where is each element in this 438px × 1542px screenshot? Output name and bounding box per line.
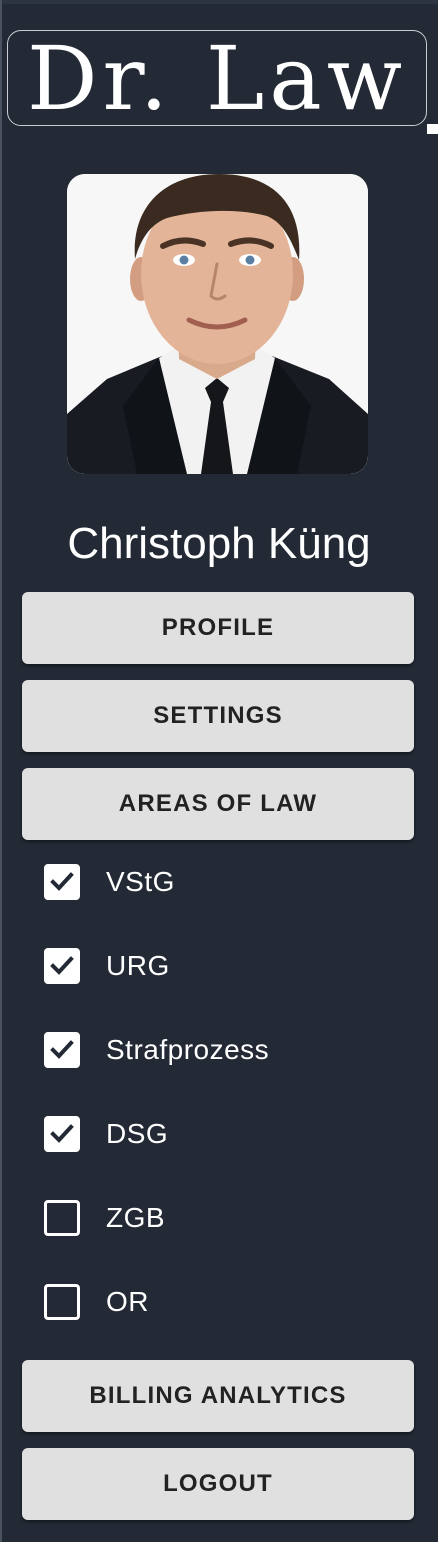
- checkmark-icon: [50, 1124, 74, 1143]
- area-item-dsg[interactable]: DSG: [44, 1112, 404, 1156]
- area-label: DSG: [106, 1118, 169, 1149]
- billing-analytics-button[interactable]: BILLING ANALYTICS: [22, 1360, 414, 1432]
- checkmark-icon: [50, 956, 74, 975]
- app-logo[interactable]: Dr. Law: [7, 30, 427, 127]
- logout-button[interactable]: LOGOUT: [22, 1448, 414, 1520]
- area-label: Strafprozess: [106, 1034, 270, 1065]
- logo-edge-highlight: [427, 124, 438, 134]
- area-label: URG: [106, 950, 170, 981]
- checkbox[interactable]: [44, 864, 80, 900]
- top-strip: [0, 0, 438, 4]
- checkbox[interactable]: [44, 948, 80, 984]
- area-item-strafprozess[interactable]: Strafprozess: [44, 1028, 404, 1072]
- profile-photo: [67, 174, 368, 474]
- area-item-vstg[interactable]: VStG: [44, 860, 404, 904]
- area-label: OR: [106, 1286, 149, 1317]
- area-label: VStG: [106, 866, 175, 897]
- areas-of-law-button[interactable]: AREAS OF LAW: [22, 768, 414, 840]
- checkbox[interactable]: [44, 1200, 80, 1236]
- area-item-zgb[interactable]: ZGB: [44, 1196, 404, 1240]
- area-label: ZGB: [106, 1202, 166, 1233]
- checkbox[interactable]: [44, 1284, 80, 1320]
- left-divider: [0, 0, 2, 1542]
- profile-button[interactable]: PROFILE: [22, 592, 414, 664]
- checkmark-icon: [50, 872, 74, 891]
- checkmark-icon: [50, 1040, 74, 1059]
- checkbox[interactable]: [44, 1032, 80, 1068]
- area-item-or[interactable]: OR: [44, 1280, 404, 1324]
- checkbox[interactable]: [44, 1116, 80, 1152]
- user-name: Christoph Küng: [67, 519, 371, 568]
- avatar: [67, 174, 368, 474]
- settings-button[interactable]: SETTINGS: [22, 680, 414, 752]
- area-item-urg[interactable]: URG: [44, 944, 404, 988]
